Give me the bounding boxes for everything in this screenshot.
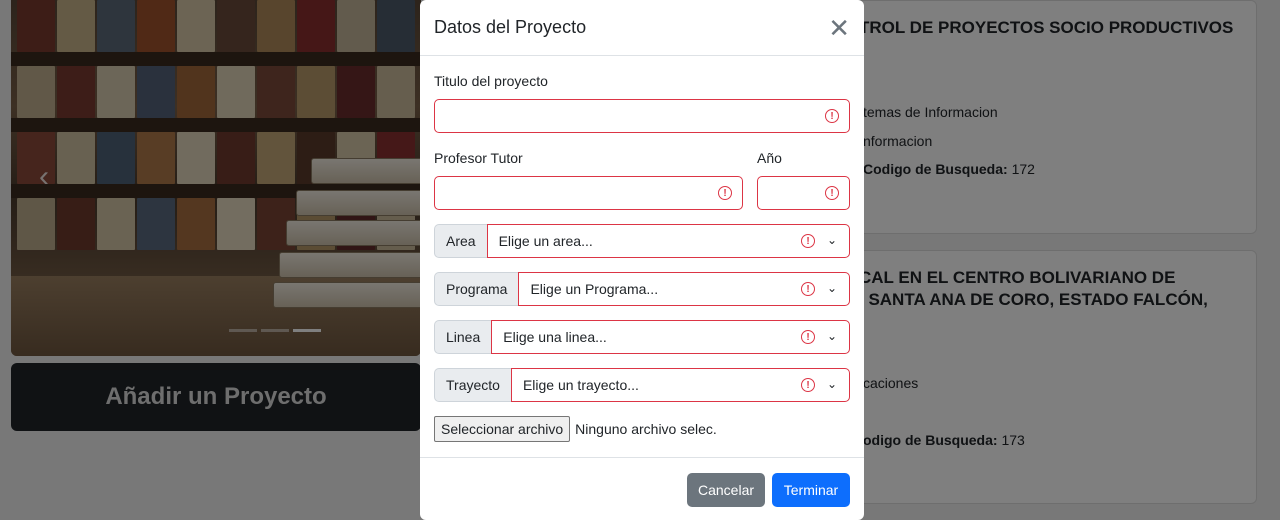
- project-title-input[interactable]: !: [434, 99, 850, 133]
- program-select-value: Elige un Programa...: [530, 281, 659, 297]
- area-label: Area: [434, 224, 487, 258]
- choose-file-button[interactable]: Seleccionar archivo: [434, 416, 571, 442]
- file-status: Ninguno archivo selec.: [575, 421, 717, 437]
- file-upload: Seleccionar archivo Ninguno archivo sele…: [434, 416, 717, 442]
- trayecto-select-group: Trayecto Elige un trayecto... ! ⌄: [434, 368, 850, 402]
- chevron-down-icon: ⌄: [826, 329, 837, 343]
- project-title-label: Titulo del proyecto: [434, 73, 548, 89]
- chevron-down-icon: ⌄: [826, 281, 837, 295]
- area-select-group: Area Elige un area... ! ⌄: [434, 224, 850, 258]
- line-label: Linea: [434, 320, 492, 354]
- line-select-group: Linea Elige una linea... ! ⌄: [434, 320, 850, 354]
- modal-header: Datos del Proyecto ✕: [420, 0, 864, 56]
- year-input[interactable]: !: [757, 176, 850, 210]
- line-select-value: Elige una linea...: [503, 329, 607, 345]
- modal-footer: Cancelar Terminar: [420, 457, 864, 520]
- invalid-icon: !: [801, 330, 815, 344]
- tutor-label: Profesor Tutor: [434, 150, 523, 166]
- finish-button[interactable]: Terminar: [772, 473, 850, 507]
- invalid-icon: !: [801, 282, 815, 296]
- invalid-icon: !: [801, 378, 815, 392]
- cancel-button[interactable]: Cancelar: [687, 473, 765, 507]
- chevron-down-icon: ⌄: [826, 377, 837, 391]
- line-select[interactable]: Elige una linea... ! ⌄: [491, 320, 850, 354]
- area-select-value: Elige un area...: [498, 233, 593, 249]
- invalid-icon: !: [825, 186, 839, 200]
- modal-title: Datos del Proyecto: [434, 17, 587, 37]
- program-select-group: Programa Elige un Programa... ! ⌄: [434, 272, 850, 306]
- project-data-modal: Datos del Proyecto ✕ Titulo del proyecto…: [420, 0, 864, 520]
- area-select[interactable]: Elige un area... ! ⌄: [486, 224, 850, 258]
- close-icon[interactable]: ✕: [828, 15, 850, 41]
- year-label: Año: [757, 150, 782, 166]
- program-label: Programa: [434, 272, 519, 306]
- program-select[interactable]: Elige un Programa... ! ⌄: [518, 272, 850, 306]
- trayecto-label: Trayecto: [434, 368, 511, 402]
- invalid-icon: !: [801, 234, 815, 248]
- invalid-icon: !: [825, 109, 839, 123]
- trayecto-select-value: Elige un trayecto...: [522, 377, 639, 393]
- tutor-input[interactable]: !: [434, 176, 743, 210]
- invalid-icon: !: [718, 186, 732, 200]
- chevron-down-icon: ⌄: [826, 233, 837, 247]
- trayecto-select[interactable]: Elige un trayecto... ! ⌄: [510, 368, 850, 402]
